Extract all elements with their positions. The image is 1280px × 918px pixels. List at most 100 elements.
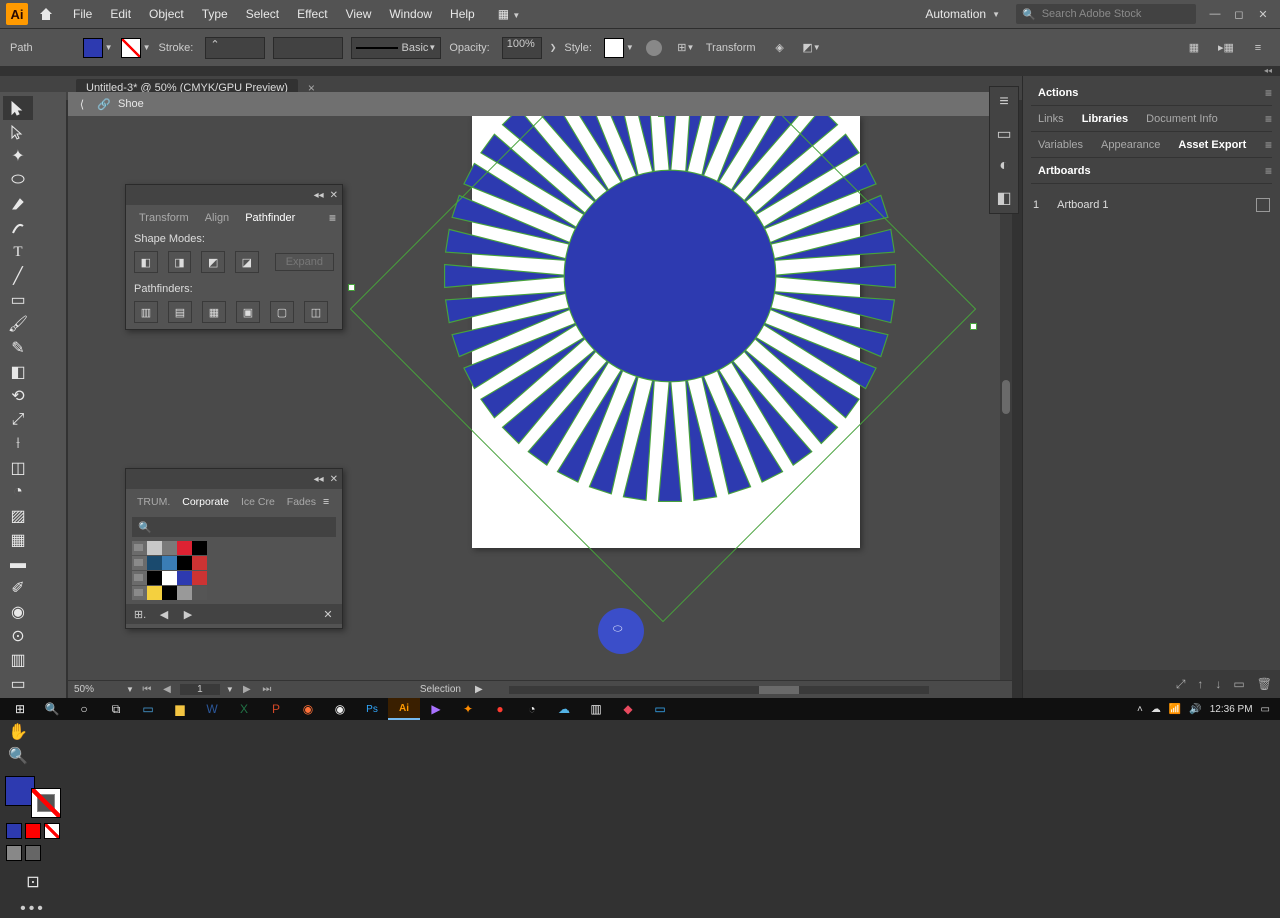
zoom-level[interactable]: 50% [74,684,120,695]
zoom-tool[interactable]: 🔍 [3,744,33,768]
panel-menu-icon[interactable]: ≡ [329,211,336,225]
mesh-tool[interactable]: ▦ [3,528,33,552]
color-icon[interactable]: ◐ [993,155,1015,177]
swatch[interactable] [162,586,177,600]
links-tab[interactable]: Links [1031,110,1071,128]
menu-effect[interactable]: Effect [288,7,336,21]
swatch[interactable] [162,571,177,585]
artboard-item[interactable]: 1 Artboard 1 [1023,192,1280,218]
outline-button[interactable]: ▢ [270,301,294,323]
crop-icon[interactable]: ◩▼ [800,36,824,60]
taskbar-chrome[interactable]: ◉ [324,698,356,720]
menu-select[interactable]: Select [237,7,288,21]
taskbar-illustrator[interactable]: Ai [388,698,420,720]
start-button[interactable]: ⊞ [4,698,36,720]
unite-button[interactable]: ◧ [134,251,158,273]
menu-view[interactable]: View [337,7,381,21]
taskbar-app5[interactable]: ◔ [516,698,548,720]
shaper-tool[interactable]: ✎ [3,336,33,360]
tab-pathfinder[interactable]: Pathfinder [238,209,302,227]
swatch[interactable] [147,556,162,570]
prev-artboard-icon[interactable]: ◀ [160,684,174,695]
taskbar-excel[interactable]: X [228,698,260,720]
taskbar-app6[interactable]: ☁ [548,698,580,720]
swatch-folder[interactable] [132,586,147,600]
color-mode-gradient[interactable] [25,823,41,839]
brush-definition[interactable]: Basic▼ [351,37,441,59]
graph-tool[interactable]: ▥ [3,648,33,672]
taskbar-app4[interactable]: ● [484,698,516,720]
docinfo-tab[interactable]: Document Info [1139,110,1225,128]
eyedropper-tool[interactable]: ✐ [3,576,33,600]
delete-artboard-icon[interactable]: 🗑 [1257,677,1272,691]
swatch-search-input[interactable]: 🔍 [132,517,336,537]
taskbar-app8[interactable]: ◆ [612,698,644,720]
artboard-nav-input[interactable]: 1 [180,684,220,695]
starburst-shape[interactable] [440,116,900,506]
search-stock-input[interactable]: 🔍 Search Adobe Stock [1016,4,1196,24]
rectangle-tool[interactable]: ▭ [3,288,33,312]
layers-icon[interactable]: ◧ [993,187,1015,209]
edit-toolbar[interactable]: ⊡ [3,870,63,894]
appearance-tab[interactable]: Appearance [1094,136,1167,154]
menu-help[interactable]: Help [441,7,484,21]
swatch[interactable] [162,541,177,555]
status-play-icon[interactable]: ▶ [475,684,483,695]
close-button[interactable]: ✕ [1252,5,1274,23]
crop-button[interactable]: ▣ [236,301,260,323]
panel-toggle-icon[interactable]: ≡ [993,91,1015,113]
opacity-input[interactable]: 100% [502,37,542,59]
taskbar-photoshop[interactable]: Ps [356,698,388,720]
swatch[interactable] [147,586,162,600]
zoom-dropdown[interactable]: ▼ [126,685,134,694]
taskbar-app9[interactable]: ▭ [644,698,676,720]
fill-color-control[interactable]: ▼ [83,38,113,58]
color-mode-solid[interactable] [6,823,22,839]
swatch-prev-icon[interactable]: ◀ [156,606,172,622]
scale-tool[interactable]: ⤢ [3,408,33,432]
artboard-options-icon[interactable] [1256,198,1270,212]
minus-back-button[interactable]: ◫ [304,301,328,323]
minimize-button[interactable]: ― [1204,5,1226,23]
fill-stroke-indicator[interactable] [2,774,64,820]
stroke-weight-input[interactable]: ⌃ [205,37,265,59]
minus-front-button[interactable]: ◨ [168,251,192,273]
gradient-tool[interactable]: ▬ [3,552,33,576]
rearrange-icon[interactable]: ⤢ [1176,677,1186,692]
bbox-handle-top[interactable] [658,116,665,117]
taskbar-app3[interactable]: ✦ [452,698,484,720]
swatch[interactable] [177,556,192,570]
panel-close-icon[interactable]: ✕ [330,474,338,485]
menu-edit[interactable]: Edit [101,7,140,21]
panel-collapse-icon[interactable]: ◂◂ [314,190,324,201]
snap-pixel-icon[interactable]: ▦ [1182,36,1206,60]
selection-tool[interactable] [3,96,33,120]
menu-file[interactable]: File [64,7,101,21]
swatch-tab-3[interactable]: Fades [282,493,321,511]
bbox-handle-left[interactable] [348,284,355,291]
workspace-switcher[interactable]: Automation▼ [917,7,1008,21]
last-artboard-icon[interactable]: ⏭ [260,684,274,695]
swatch[interactable] [147,571,162,585]
menu-type[interactable]: Type [193,7,237,21]
taskbar-app7[interactable]: ▥ [580,698,612,720]
stroke-color-control[interactable]: ▼ [121,38,151,58]
lasso-tool[interactable] [3,168,33,192]
back-icon[interactable]: ⟨ [74,96,90,112]
tab-align[interactable]: Align [198,209,236,227]
tray-notifications-icon[interactable]: ▭ [1261,704,1270,715]
swatch-folder[interactable] [132,541,147,555]
swatch[interactable] [192,571,207,585]
shape-builder-tool[interactable]: ◔ [3,480,33,504]
panel-collapse-icon[interactable]: ◂◂ [314,474,324,485]
type-tool[interactable]: T [3,240,33,264]
symbol-sprayer-tool[interactable]: ⊙ [3,624,33,648]
asset-export-tab[interactable]: Asset Export [1171,136,1253,154]
swatch-tab-1[interactable]: Corporate [177,493,234,511]
swatch[interactable] [147,541,162,555]
rotate-tool[interactable]: ⟲ [3,384,33,408]
taskbar-search-icon[interactable]: 🔍 [36,698,68,720]
swatch-next-icon[interactable]: ▶ [180,606,196,622]
swatch[interactable] [192,541,207,555]
cortana-icon[interactable]: ○ [68,698,100,720]
